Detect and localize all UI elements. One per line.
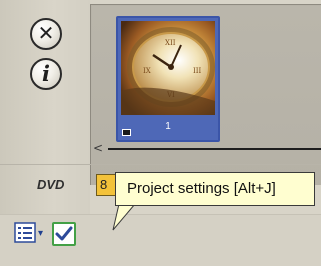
chevron-down-icon[interactable]: ▾	[38, 228, 43, 239]
close-button[interactable]: ✕	[30, 18, 62, 50]
scroll-left-arrow-icon[interactable]: <	[93, 141, 103, 155]
tooltip-pointer	[112, 203, 137, 231]
svg-text:IX: IX	[143, 67, 151, 75]
storyboard-panel: IX XII III VI 1	[90, 4, 321, 185]
disc-type-label: DVD	[37, 177, 65, 192]
info-circle-icon: i	[42, 61, 50, 86]
info-button[interactable]: i	[30, 58, 62, 90]
panel-divider	[0, 164, 321, 165]
menu-list-button[interactable]	[14, 222, 38, 244]
bottom-toolbar	[0, 214, 321, 266]
tooltip: Project settings [Alt+J]	[115, 172, 315, 206]
svg-text:XII: XII	[165, 39, 176, 47]
list-menu-icon	[14, 222, 36, 243]
clock-face-thumbnail: IX XII III VI	[121, 21, 215, 115]
project-settings-button[interactable]	[52, 222, 76, 246]
close-circle-icon: ✕	[37, 21, 55, 45]
clip-thumbnail[interactable]: IX XII III VI 1	[116, 16, 220, 142]
storyboard-scroll-track[interactable]	[108, 148, 321, 150]
svg-text:III: III	[193, 67, 202, 75]
tooltip-text: Project settings [Alt+J]	[127, 180, 276, 197]
checkmark-settings-icon	[55, 226, 73, 241]
clip-label: 1	[165, 121, 171, 132]
